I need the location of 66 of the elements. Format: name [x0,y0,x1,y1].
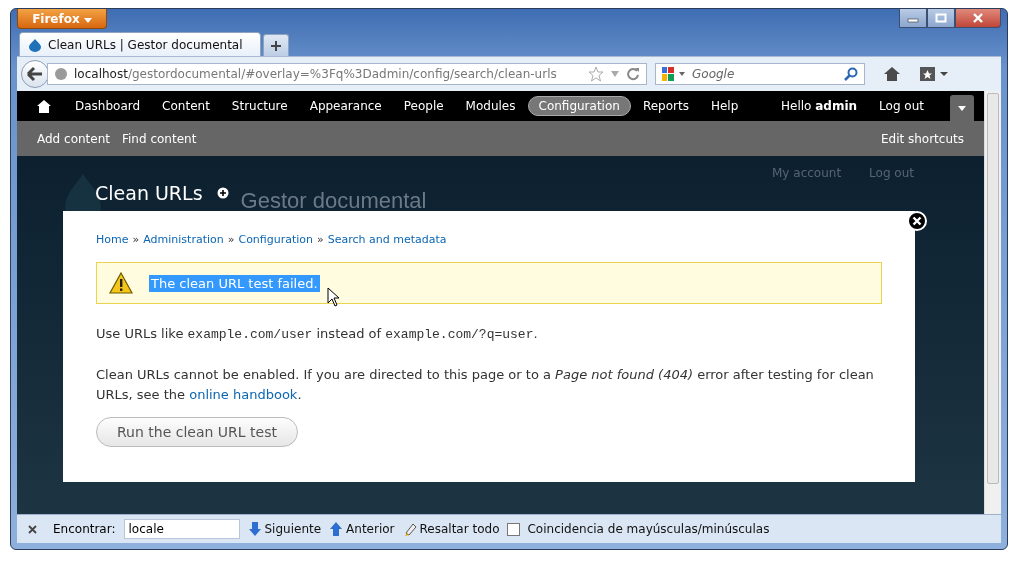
back-button[interactable] [21,60,49,88]
warning-icon [109,272,133,294]
vertical-scrollbar[interactable] [984,91,1001,514]
message-text: The clean URL test failed. [149,274,320,292]
add-shortcut-icon[interactable] [216,187,229,199]
paragraph: Use URLs like example.com/user instead of example.com/?q=user. [96,325,539,344]
find-field[interactable]: locale [123,519,240,539]
down-arrow-icon [247,521,262,537]
close-icon [972,13,984,23]
bookmarks-icon[interactable] [919,66,949,82]
breadcrumb-separator: » [317,233,324,246]
browser-tab[interactable]: Clean URLs | Gestor documental [19,32,261,56]
close-find-bar-button[interactable] [25,524,39,534]
menu-item[interactable]: Structure [221,97,298,115]
marker-pen-icon [402,521,417,537]
run-test-button[interactable]: Run the clean URL test [96,417,298,447]
menu-item[interactable]: Configuration [527,96,631,116]
address-field[interactable]: localhost/gestordocumental/#overlay=%3Fq%3Dadmin/config/search/clean-urls [47,63,647,85]
star-icon[interactable] [588,66,604,82]
drop-icon [28,37,42,52]
up-arrow-icon [329,521,344,537]
breadcrumb-separator: » [132,233,140,246]
mouse-cursor-icon [327,287,341,307]
search-engine-icon[interactable] [662,66,688,82]
home-icon[interactable] [37,99,51,113]
previous-button[interactable]: Anterior [329,521,395,537]
search-field[interactable]: Google [655,63,865,85]
plus-icon [270,39,282,52]
breadcrumb-link[interactable]: Administration [143,233,224,246]
paragraph: Clean URLs cannot be enabled. If you are directed to this page or to a Page not found (404) error after testing for clean URLs, see the online handbook. [96,366,875,404]
back-arrow-icon [26,66,44,82]
page-title: Clean URLs [95,182,203,204]
menu-item[interactable]: Appearance [299,97,392,115]
menu-item[interactable]: Help [700,97,749,115]
breadcrumb-link[interactable]: Search and metadata [327,233,447,246]
menu-item[interactable]: Reports [632,97,699,115]
reload-icon[interactable] [626,67,640,81]
edit-shortcuts-link[interactable]: Edit shortcuts [880,131,964,146]
match-case-checkbox[interactable] [507,522,521,536]
maximize-button[interactable] [927,9,955,28]
site-name: Gestor documental [240,188,427,214]
caret-icon [958,105,966,111]
close-button[interactable] [955,9,1001,28]
match-case-label: Coincidencia de mayúsculas/minúsculas [527,522,770,536]
breadcrumb-separator: » [227,233,235,246]
breadcrumb-link[interactable]: Configuration [238,233,314,246]
logout-link[interactable]: Log out [869,97,934,115]
shortcut-link[interactable]: Find content [122,131,197,146]
highlight-all-button[interactable]: Resaltar todo [402,521,500,537]
greeting: Hello admin [780,99,859,113]
shortcuts-toggle-button[interactable] [950,95,974,121]
search-icon[interactable] [844,67,858,81]
next-button[interactable]: Siguiente [247,521,322,537]
breadcrumb-link[interactable]: Home [96,233,129,246]
menu-item[interactable]: Content [152,97,220,115]
menu-item[interactable]: People [393,97,454,115]
find-label: Encontrar: [53,522,116,536]
shortcut-link[interactable]: Add content [37,131,110,146]
home-icon[interactable] [883,66,901,82]
menu-item[interactable]: Dashboard [65,97,151,115]
minimize-button[interactable] [899,9,927,28]
handbook-link[interactable]: online handbook [189,387,298,402]
caret-icon [83,17,92,23]
new-tab-button[interactable] [263,34,289,56]
menu-item[interactable]: Modules [455,97,526,115]
maximize-icon [935,13,947,23]
